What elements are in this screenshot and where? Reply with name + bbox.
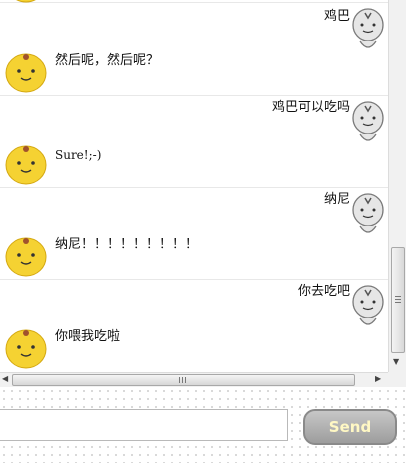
user-message: 纳尼	[323, 192, 350, 207]
scrollbar-corner	[388, 372, 406, 387]
scroll-left-arrow-icon[interactable]: ◀	[2, 374, 8, 383]
bot-message: 你喂我吃啦	[55, 329, 121, 344]
user-message: 鸡巴	[323, 9, 350, 24]
message-row-user: 鸡巴可以吃吗	[0, 96, 388, 141]
message-row-bot: 纳尼！！！！！！！！！	[0, 233, 388, 278]
message-row-bot: 你喂我吃啦	[0, 325, 388, 371]
vertical-scrollbar[interactable]: ▼	[388, 0, 406, 372]
chat-log: 鸡巴 然后呢，然后呢？ 鸡巴可以吃吗 Sure!;-) 纳尼 纳尼！！！！！！！…	[0, 0, 388, 372]
scroll-down-arrow-icon[interactable]: ▼	[393, 357, 399, 366]
message-row-bot: Sure!;-)	[0, 141, 388, 186]
horizontal-scrollbar-thumb[interactable]	[12, 374, 355, 386]
vertical-scrollbar-thumb[interactable]	[391, 247, 405, 353]
user-avatar	[352, 193, 384, 233]
composer-area: Send	[0, 387, 407, 463]
scroll-right-arrow-icon[interactable]: ▶	[375, 374, 381, 383]
bot-message: 纳尼！！！！！！！！！	[55, 237, 199, 252]
message-input[interactable]	[0, 409, 288, 441]
bot-avatar	[5, 53, 47, 93]
message-row-user: 纳尼	[0, 188, 388, 233]
message-row-user: 鸡巴	[0, 3, 388, 48]
bot-avatar	[5, 329, 47, 369]
message-row-bot: 然后呢，然后呢？	[0, 48, 388, 94]
user-avatar	[352, 285, 384, 325]
user-avatar	[352, 101, 384, 141]
bot-message: 然后呢，然后呢？	[55, 53, 160, 68]
send-button[interactable]: Send	[303, 409, 397, 445]
bot-avatar	[5, 145, 47, 185]
user-avatar	[352, 8, 384, 48]
user-message: 你去吃吧	[297, 284, 350, 299]
bot-avatar	[5, 237, 47, 277]
message-row-user: 你去吃吧	[0, 280, 388, 325]
horizontal-scrollbar[interactable]: ◀ ▶	[0, 372, 388, 387]
user-message: 鸡巴可以吃吗	[271, 100, 350, 115]
bot-message: Sure!;-)	[55, 148, 102, 162]
